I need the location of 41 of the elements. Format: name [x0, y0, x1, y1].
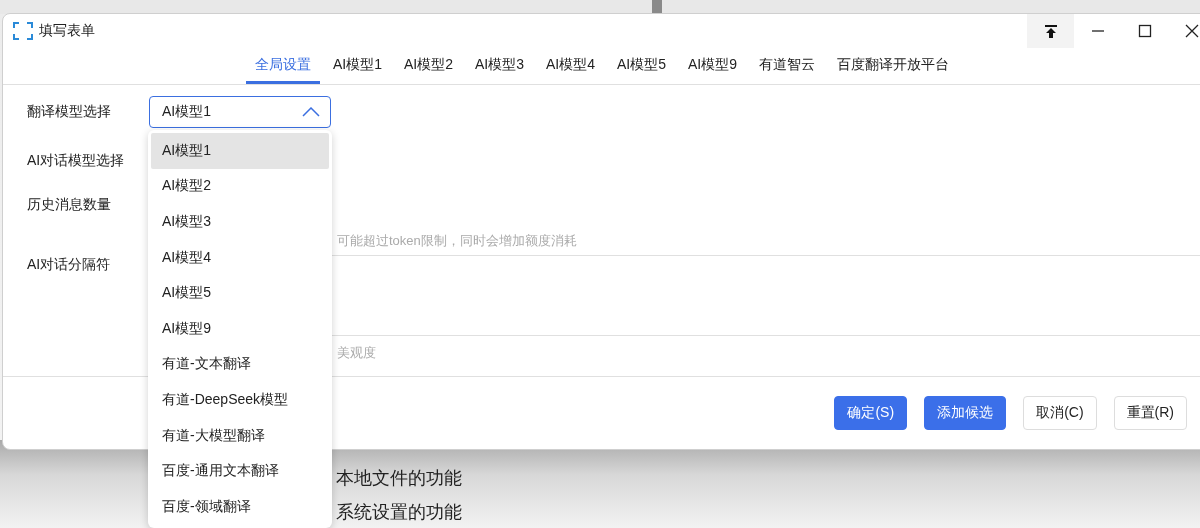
close-icon [1184, 24, 1199, 38]
secondary-button[interactable]: 重置(R) [1113, 396, 1187, 430]
tab[interactable]: AI模型5 [608, 48, 676, 84]
primary-button[interactable]: 确定(S) [834, 396, 908, 430]
tab[interactable]: AI模型1 [323, 48, 391, 84]
tab[interactable]: AI模型4 [537, 48, 604, 84]
primary-button[interactable]: 添加候选 [924, 396, 1007, 430]
dropdown-option[interactable]: AI模型1 [151, 133, 329, 169]
secondary-button[interactable]: 取消(C) [1023, 396, 1097, 430]
dropdown-option[interactable]: 有道-文本翻译 [151, 346, 329, 383]
tab[interactable]: AI模型3 [466, 48, 533, 84]
dropdown-option[interactable]: 百度-通用文本翻译 [151, 453, 329, 489]
field-label: 翻译模型选择 [27, 103, 112, 121]
tab[interactable]: AI模型2 [394, 48, 462, 84]
dropdown-option[interactable]: AI模型9 [151, 310, 329, 347]
dropdown-option[interactable]: AI模型5 [151, 275, 329, 311]
arrow-to-top-icon [1043, 24, 1058, 38]
window-title: 填写表单 [39, 22, 95, 40]
dropdown-option[interactable]: AI模型3 [151, 204, 329, 240]
field-hint: 美观度 [337, 344, 376, 362]
dropdown-option[interactable]: AI模型4 [151, 239, 329, 276]
field-label: AI对话模型选择 [27, 152, 126, 170]
tab[interactable]: 百度翻译开放平台 [828, 48, 959, 84]
background-text: 系统设置的功能 [336, 501, 462, 524]
expand-icon [13, 22, 33, 40]
scrollbar [652, 0, 662, 14]
select-field[interactable]: AI模型1 [149, 96, 331, 128]
tab[interactable]: 全局设置 [245, 48, 320, 84]
dropdown-option[interactable]: 百度-领域翻译 [151, 488, 329, 525]
tab[interactable]: AI模型9 [679, 48, 747, 84]
field-label: AI对话分隔符 [27, 256, 112, 274]
tab[interactable]: 有道智云 [750, 48, 825, 84]
dropdown-option[interactable]: 有道-大模型翻译 [151, 417, 329, 454]
dropdown-option[interactable]: 有道-DeepSeek模型 [151, 382, 329, 418]
maximize-icon [1137, 24, 1152, 38]
chevron-icon [302, 107, 320, 117]
background-text: 本地文件的功能 [336, 467, 462, 490]
field-label: 历史消息数量 [27, 196, 112, 214]
dropdown-option[interactable]: AI模型2 [151, 168, 329, 205]
pin-top-button[interactable] [1027, 14, 1074, 48]
field-hint: 可能超过token限制，同时会增加额度消耗 [337, 232, 577, 250]
